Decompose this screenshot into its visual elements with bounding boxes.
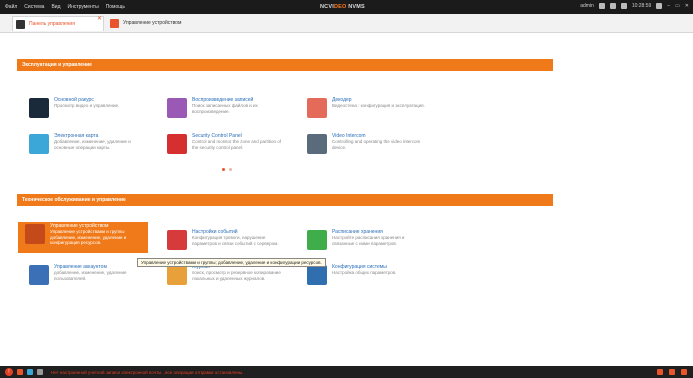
tab-strip: Панель управления ✕ Управление устройств… [0,14,693,33]
system-config-tile[interactable]: Конфигурация системы Настройка общих пар… [300,263,428,291]
account-management-tile[interactable]: Управление аккаунтом добавление, изменен… [22,263,150,291]
menu-tools[interactable]: Инструменты [67,4,98,10]
menu-help[interactable]: Помощь [106,4,125,10]
video-intercom-tile[interactable]: Video Intercom Controlling and operating… [300,132,428,160]
intercom-icon [307,134,327,154]
camera-icon [29,98,49,118]
tab-device-management[interactable]: Управление устройством [107,16,197,30]
lock-icon[interactable] [620,3,627,9]
device-management-tile[interactable]: Управление устройством Управление устрой… [18,222,148,253]
app-logo: NCVIDEO NVMS [320,4,365,10]
page-dot[interactable] [229,168,232,171]
close-icon[interactable]: ✕ [685,3,689,9]
network-icon[interactable] [27,369,33,375]
emap-tile[interactable]: Электронная карта Добавление, изменение,… [22,132,150,160]
user-icon[interactable] [598,3,605,9]
home-icon [16,19,25,29]
storage-icon [307,230,327,250]
pin-icon[interactable] [657,369,663,375]
user-icon [29,265,49,285]
section-operations: Эксплуатация и управление [17,59,553,71]
tab-label: Управление устройством [123,20,182,26]
status-message: Нет настроенной учетной записи электронн… [51,369,244,375]
log-icon [167,265,187,285]
grid-icon [307,98,327,118]
status-bar: ! Нет настроенной учетной записи электро… [0,366,693,378]
tab-control-panel[interactable]: Панель управления [12,16,104,31]
menu-bar: Файл Система Вид Инструменты Помощь NCVI… [0,0,693,14]
window-status: admin 10:28:59 – ▭ ✕ [580,3,689,9]
storage-schedule-tile[interactable]: Расписание хранения Настройте расписания… [300,228,428,256]
decoder-tile[interactable]: Декодер Видеостена : конфигурация и эксп… [300,96,428,124]
alarm-icon[interactable] [17,369,23,375]
minimize-icon[interactable]: – [667,3,670,9]
bell-icon [167,230,187,250]
device-icon [110,18,119,28]
alarm-light-icon [167,134,187,154]
menu-system[interactable]: Система [24,4,44,10]
mail-icon[interactable] [37,369,43,375]
section-maintenance: Техническое обслуживание и управление [17,194,553,206]
pin-icon[interactable] [656,3,663,9]
event-settings-tile[interactable]: Настройки событий Конфигурация тревоги, … [160,228,288,256]
map-icon [29,134,49,154]
collapse-icon[interactable] [681,369,687,375]
tooltip: Управление устройствами и группы; добавл… [137,258,326,267]
security-panel-tile[interactable]: Security Control Panel Control and monit… [160,132,288,160]
maximize-icon[interactable]: ▭ [675,3,680,9]
folder-icon [25,224,45,244]
user-label[interactable]: admin [580,3,594,9]
monitor-icon[interactable] [609,3,616,9]
tab-label: Панель управления [29,21,75,27]
page-indicator[interactable] [222,168,232,171]
gear-icon [307,265,327,285]
menu-view[interactable]: Вид [51,4,60,10]
playback-tile[interactable]: Воспроизведение записей Поиск записанных… [160,96,288,124]
window-icon[interactable] [669,369,675,375]
main-view-tile[interactable]: Основной ракурс Просмотр видео и управле… [22,96,150,124]
control-panel: Эксплуатация и управление Основной ракур… [0,33,693,366]
page-dot[interactable] [222,168,225,171]
menu-list: Файл Система Вид Инструменты Помощь [0,4,125,10]
log-tile[interactable]: Журнал поиск, просмотр и резервное копир… [160,263,288,291]
clock: 10:28:59 [631,3,652,9]
alert-icon[interactable]: ! [5,368,13,376]
menu-file[interactable]: Файл [5,4,17,10]
tab-close-icon[interactable]: ✕ [97,15,102,22]
play-icon [167,98,187,118]
